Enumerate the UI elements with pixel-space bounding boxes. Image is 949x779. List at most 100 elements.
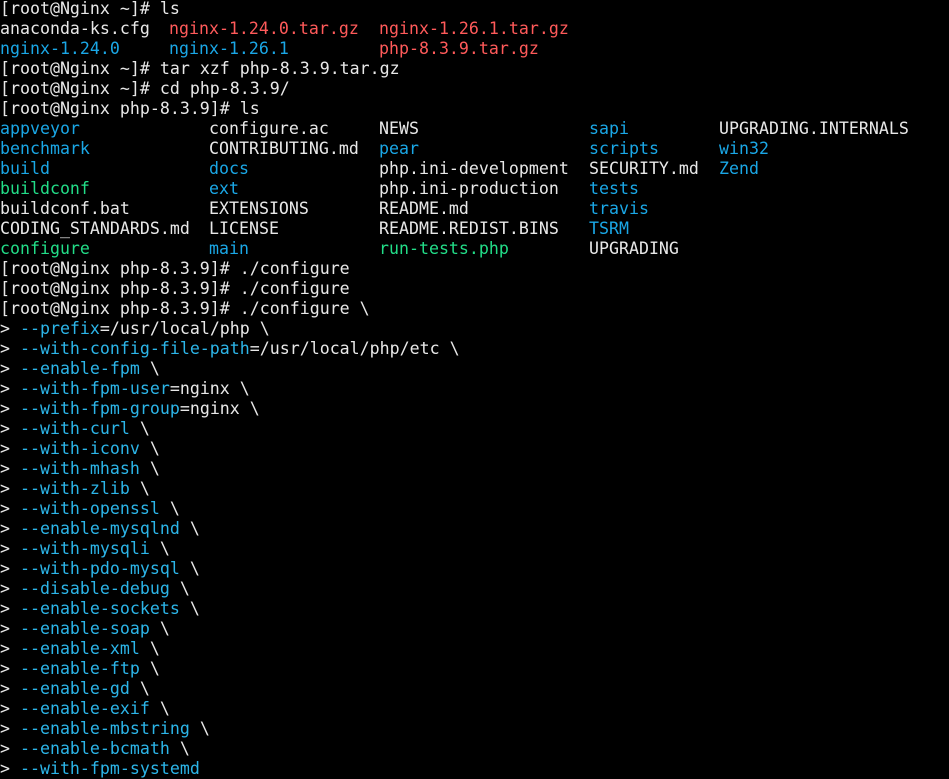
ls-entry-dir: benchmark	[0, 139, 90, 158]
ls-entry-file: configure.ac	[209, 119, 329, 138]
continuation-line: > --enable-gd \	[0, 679, 949, 699]
continuation-marker: >	[0, 659, 20, 678]
line-continuation: \	[139, 639, 160, 658]
continuation-marker: >	[0, 359, 20, 378]
configure-option: --with-fpm-user	[19, 379, 170, 398]
continuation-marker: >	[0, 319, 20, 338]
shell-command: ./configure	[239, 279, 350, 298]
ls-entry-dir: win32	[719, 139, 769, 158]
ls-output-row: buildconf.bat EXTENSIONS README.md travis	[0, 199, 949, 219]
continuation-marker: >	[0, 439, 20, 458]
ls-entry-file: SECURITY.md	[589, 159, 699, 178]
configure-option: --with-config-file-path	[19, 339, 250, 358]
prompt-line: [root@Nginx ~]# cd php-8.3.9/	[0, 79, 949, 99]
configure-option: --with-openssl	[19, 499, 160, 518]
option-value: =/usr/local/php/etc	[249, 339, 440, 358]
shell-prompt: [root@Nginx php-8.3.9]#	[0, 99, 240, 118]
continuation-line: > --with-iconv \	[0, 439, 949, 459]
ls-entry-exec: configure	[0, 239, 90, 258]
ls-entry-file: CODING_STANDARDS.md	[0, 219, 190, 238]
configure-option: --enable-sockets	[19, 599, 180, 618]
line-continuation: \	[249, 319, 270, 338]
configure-option: --enable-mbstring	[19, 719, 190, 738]
line-continuation: \	[139, 439, 160, 458]
continuation-line: > --enable-soap \	[0, 619, 949, 639]
terminal-window[interactable]: [root@Nginx ~]# ls anaconda-ks.cfg nginx-1…	[0, 0, 949, 779]
configure-option: --with-mhash	[19, 459, 140, 478]
shell-prompt: [root@Nginx php-8.3.9]#	[0, 259, 240, 278]
option-value: =nginx	[179, 399, 240, 418]
configure-option: --with-mysqli	[19, 539, 150, 558]
ls-output-row: buildconf ext php.ini-production tests	[0, 179, 949, 199]
ls-entry-archive: php-8.3.9.tar.gz	[379, 39, 539, 58]
continuation-marker: >	[0, 639, 20, 658]
ls-entry-dir: appveyor	[0, 119, 80, 138]
continuation-line: > --with-zlib \	[0, 479, 949, 499]
line-continuation: \	[179, 599, 200, 618]
line-continuation: \	[139, 359, 160, 378]
configure-option: --enable-soap	[19, 619, 150, 638]
continuation-line: > --with-curl \	[0, 419, 949, 439]
ls-entry-file: anaconda-ks.cfg	[0, 19, 150, 38]
ls-entry-file: UPGRADING	[589, 239, 679, 258]
ls-entry-dir: main	[209, 239, 249, 258]
shell-prompt: [root@Nginx ~]#	[0, 0, 160, 18]
ls-entry-file: LICENSE	[209, 219, 279, 238]
ls-entry-archive: nginx-1.24.0.tar.gz	[169, 19, 359, 38]
prompt-line: [root@Nginx ~]# tar xzf php-8.3.9.tar.gz	[0, 59, 949, 79]
shell-prompt: [root@Nginx ~]#	[0, 79, 160, 98]
ls-entry-dir: pear	[379, 139, 419, 158]
ls-entry-dir: TSRM	[589, 219, 629, 238]
configure-option: --enable-fpm	[19, 359, 140, 378]
line-continuation: \	[229, 379, 250, 398]
continuation-marker: >	[0, 379, 20, 398]
ls-entry-dir: build	[0, 159, 50, 178]
continuation-line: > --enable-sockets \	[0, 599, 949, 619]
configure-option: --with-zlib	[19, 479, 130, 498]
shell-prompt: [root@Nginx php-8.3.9]#	[0, 279, 240, 298]
continuation-line: > --with-fpm-group=nginx \	[0, 399, 949, 419]
configure-option: --enable-exif	[19, 699, 150, 718]
configure-option: --with-iconv	[19, 439, 140, 458]
continuation-marker: >	[0, 419, 20, 438]
continuation-line: > --enable-fpm \	[0, 359, 949, 379]
ls-output-row: CODING_STANDARDS.md LICENSE README.REDIST.…	[0, 219, 949, 239]
option-value: =nginx	[169, 379, 230, 398]
continuation-marker: >	[0, 579, 20, 598]
prompt-line: [root@Nginx php-8.3.9]# ls	[0, 99, 949, 119]
ls-entry-dir: travis	[589, 199, 649, 218]
continuation-line: > --prefix=/usr/local/php \	[0, 319, 949, 339]
ls-entry-dir: sapi	[589, 119, 629, 138]
continuation-line: > --with-mysqli \	[0, 539, 949, 559]
continuation-marker: >	[0, 719, 20, 738]
continuation-line: > --enable-mysqlnd \	[0, 519, 949, 539]
line-continuation: \	[179, 559, 200, 578]
ls-entry-dir: tests	[589, 179, 639, 198]
continuation-line: > --disable-debug \	[0, 579, 949, 599]
line-continuation: \	[239, 399, 260, 418]
line-continuation: \	[129, 479, 150, 498]
line-continuation: \	[129, 419, 150, 438]
prompt-line: [root@Nginx php-8.3.9]# ./configure	[0, 279, 949, 299]
shell-command: ls	[159, 0, 180, 18]
continuation-line: > --enable-ftp \	[0, 659, 949, 679]
ls-entry-exec: run-tests.php	[379, 239, 509, 258]
continuation-marker: >	[0, 559, 20, 578]
line-continuation: \	[159, 499, 180, 518]
ls-entry-dir: Zend	[719, 159, 759, 178]
ls-entry-dir: ext	[209, 179, 239, 198]
configure-option: --enable-ftp	[19, 659, 140, 678]
ls-output-row: build docs php.ini-development SECURITY.md Z…	[0, 159, 949, 179]
ls-entry-file: php.ini-production	[379, 179, 559, 198]
continuation-marker: >	[0, 339, 20, 358]
shell-command: tar xzf php-8.3.9.tar.gz	[159, 59, 400, 78]
shell-prompt: [root@Nginx ~]#	[0, 59, 160, 78]
ls-entry-file: php.ini-development	[379, 159, 569, 178]
continuation-marker: >	[0, 739, 20, 758]
configure-option: --with-fpm-group	[19, 399, 180, 418]
continuation-line: > --enable-exif \	[0, 699, 949, 719]
configure-option: --disable-debug	[19, 579, 170, 598]
line-continuation: \	[439, 339, 460, 358]
configure-option: --with-curl	[19, 419, 130, 438]
continuation-line: > --with-fpm-systemd	[0, 759, 949, 779]
